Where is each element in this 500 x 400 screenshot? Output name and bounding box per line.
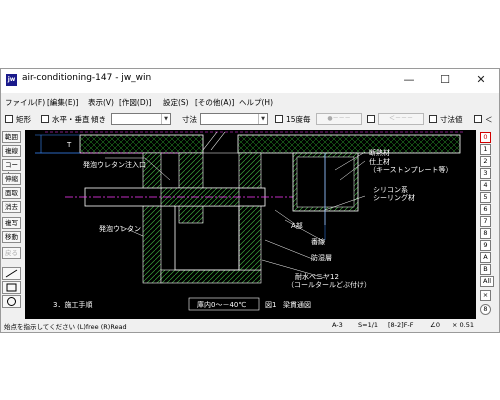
status-bar: 始点を指示してください (L)free (R)Read A-3 S=1/1 [8… (0, 320, 498, 331)
status-paper[interactable]: A-3 (332, 321, 343, 329)
status-scale[interactable]: S=1/1 (358, 321, 378, 329)
status-zoom[interactable]: × 0.51 (452, 321, 474, 329)
status-message: 始点を指示してください (L)free (R)Read (4, 323, 127, 331)
status-layer[interactable]: [8-2]F-F (388, 321, 414, 329)
status-angle[interactable]: ∠0 (430, 321, 440, 329)
